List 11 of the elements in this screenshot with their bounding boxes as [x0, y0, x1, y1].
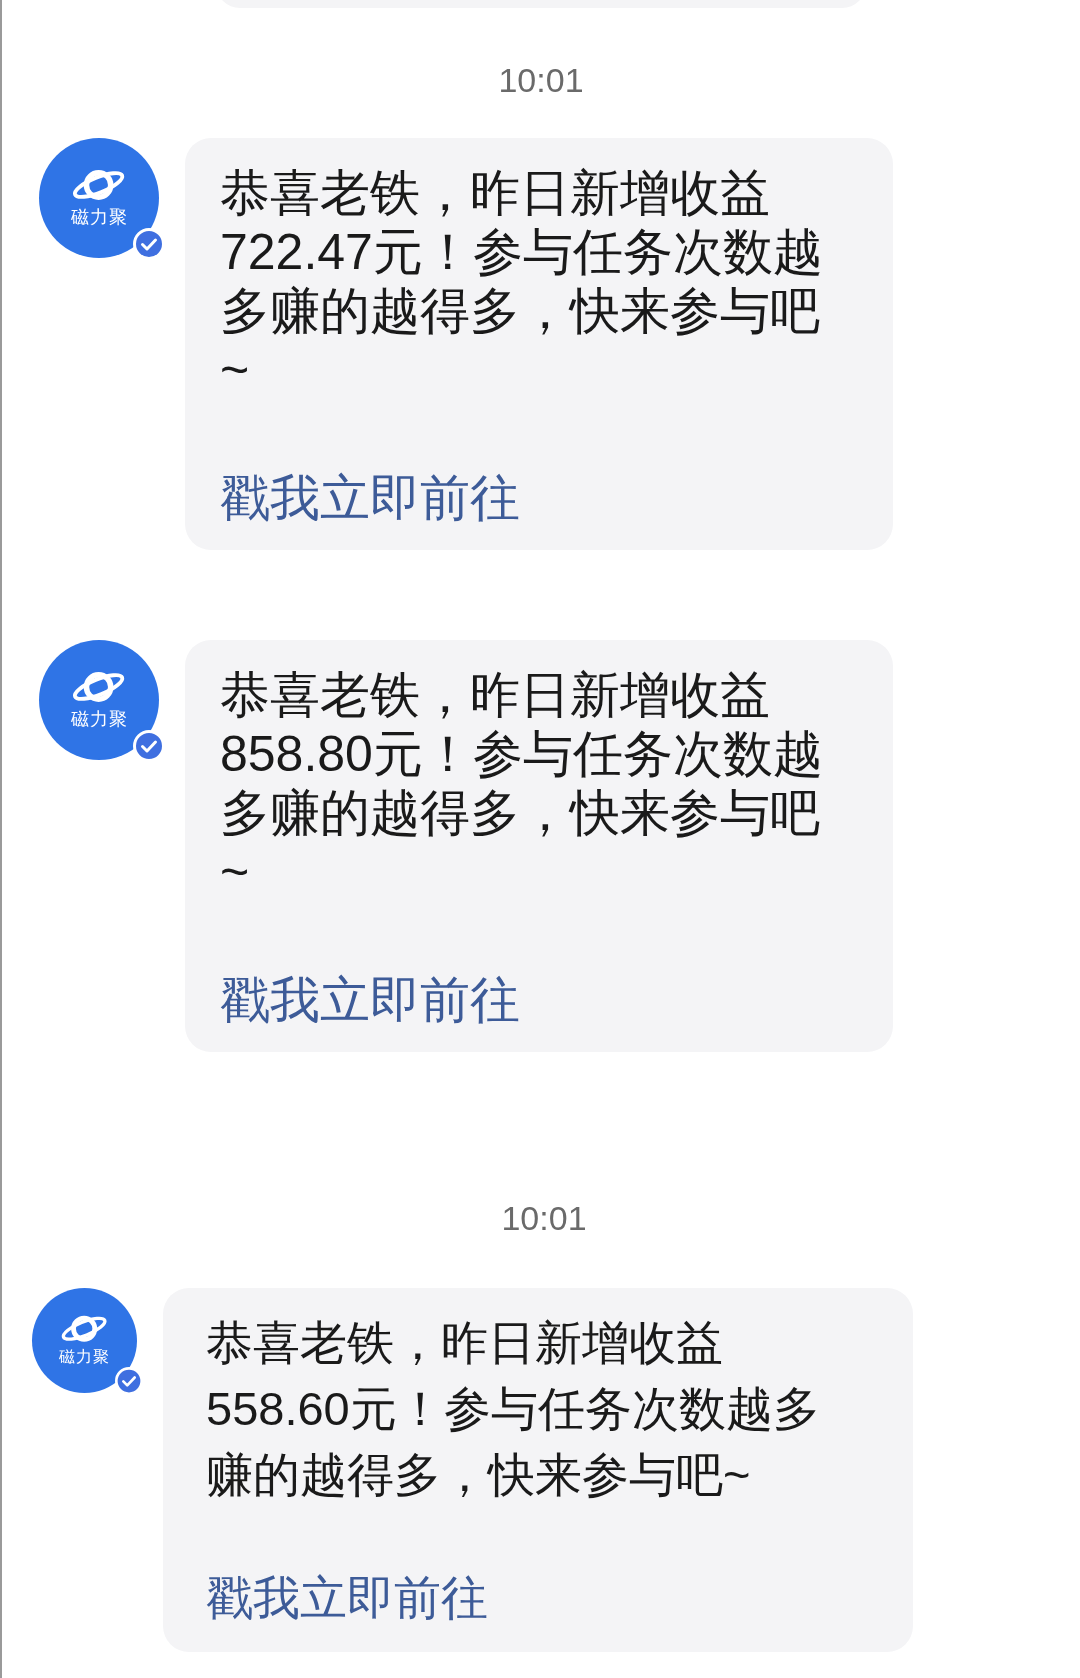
message-link[interactable]: 戳我立即前往 — [220, 970, 830, 1030]
avatar-label: 磁力聚 — [70, 206, 128, 229]
message-text: 恭喜老铁，昨日新增收益558.60元！参与任务次数越多赚的越得多，快来参与吧~ — [206, 1315, 821, 1503]
timestamp: 10:01 — [498, 60, 584, 100]
timestamp: 10:01 — [501, 1198, 587, 1238]
avatar-label: 磁力聚 — [70, 708, 128, 731]
message-text: 恭喜老铁，昨日新增收益722.47元！参与任务次数越多赚的越得多，快来参与吧~ — [220, 164, 824, 400]
avatar-label: 磁力聚 — [59, 1346, 110, 1367]
message-link[interactable]: 戳我立即前往 — [206, 1568, 831, 1628]
message-link[interactable]: 戳我立即前往 — [220, 468, 830, 528]
message-text: 恭喜老铁，昨日新增收益858.80元！参与任务次数越多赚的越得多，快来参与吧~ — [220, 666, 824, 902]
